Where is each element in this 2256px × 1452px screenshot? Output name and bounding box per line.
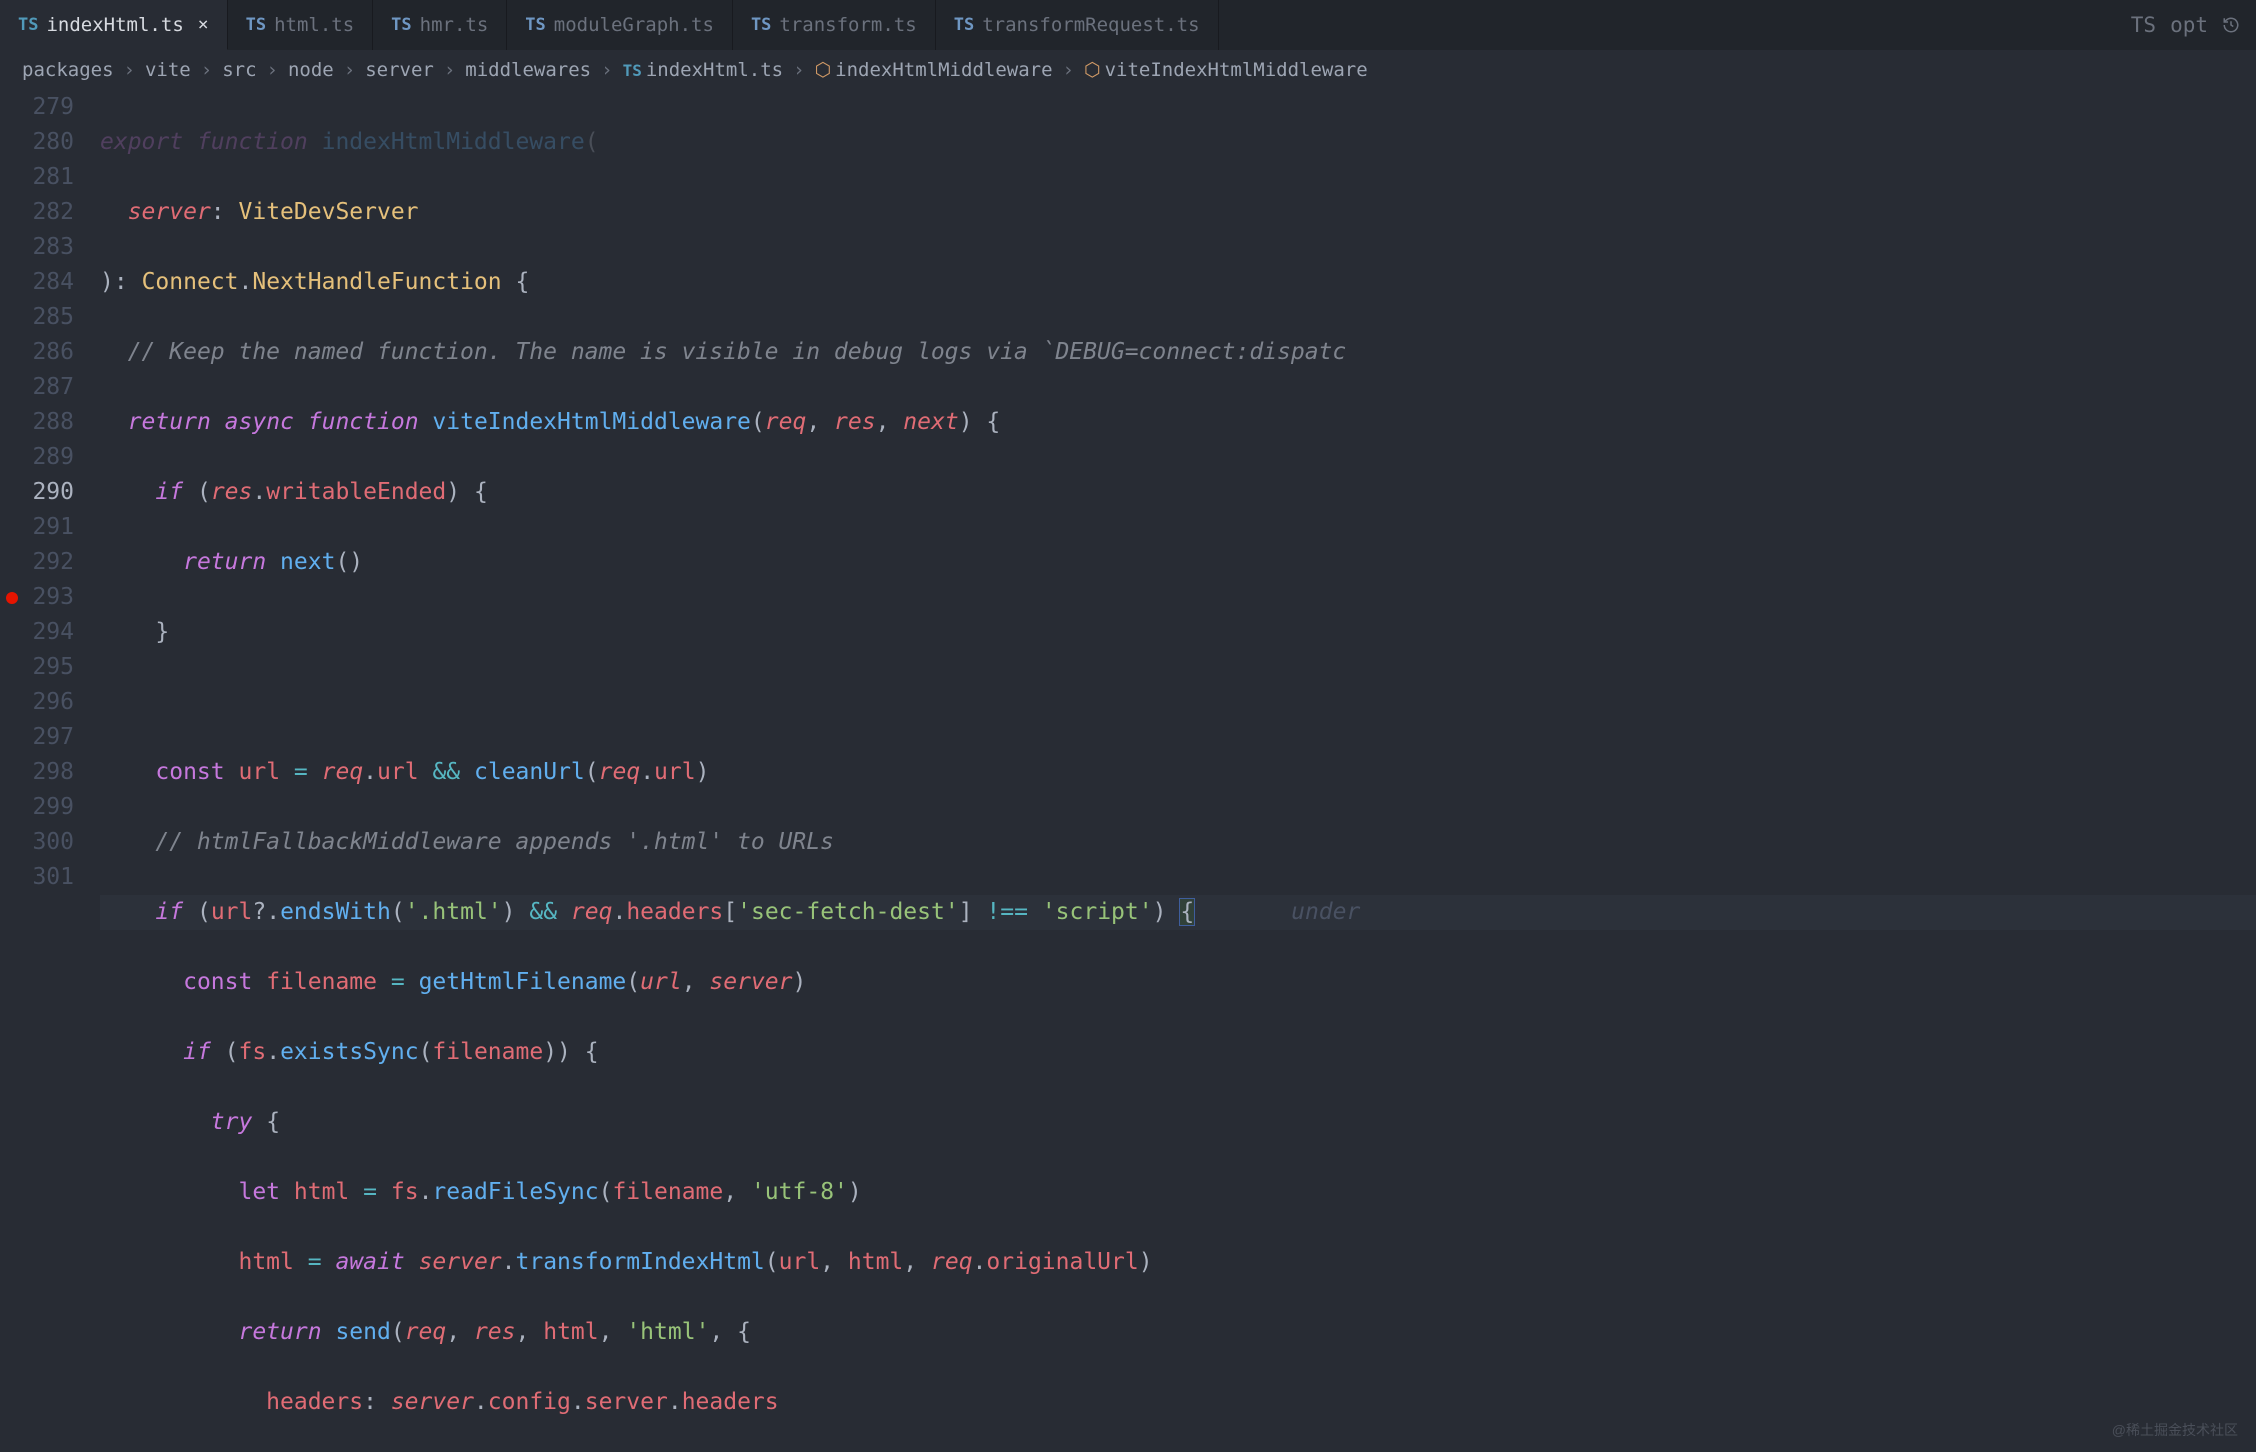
breadcrumb-symbol[interactable]: ⬡indexHtmlMiddleware [815, 59, 1053, 81]
typescript-icon: TS [18, 15, 38, 35]
line-number: 283 [0, 230, 74, 265]
breadcrumb-segment[interactable]: server [365, 59, 434, 81]
line-number: 279 [0, 90, 74, 125]
breadcrumb-file[interactable]: TSindexHtml.ts [623, 59, 784, 81]
code-line: html = await server.transformIndexHtml(u… [100, 1245, 2256, 1280]
tab-moduleGraph[interactable]: TS moduleGraph.ts [507, 0, 733, 50]
code-line: return async function viteIndexHtmlMiddl… [100, 405, 2256, 440]
code-line: // Keep the named function. The name is … [100, 335, 2256, 370]
tab-label: opt [2170, 13, 2208, 37]
line-number: 285 [0, 300, 74, 335]
watermark: @稀土掘金技术社区 [2112, 1420, 2238, 1440]
line-number: 298 [0, 755, 74, 790]
tab-label: html.ts [274, 14, 354, 36]
tab-html[interactable]: TS html.ts [228, 0, 374, 50]
symbol-function-icon: ⬡ [1084, 59, 1101, 81]
code-line: ): Connect.NextHandleFunction { [100, 265, 2256, 300]
line-number: 300 [0, 825, 74, 860]
line-number: 295 [0, 650, 74, 685]
line-number: 297 [0, 720, 74, 755]
code-line: const filename = getHtmlFilename(url, se… [100, 965, 2256, 1000]
breadcrumb-segment[interactable]: node [288, 59, 334, 81]
tab-label: transformRequest.ts [982, 14, 1199, 36]
typescript-icon: TS [751, 15, 771, 35]
line-number: 286 [0, 335, 74, 370]
line-number: 284 [0, 265, 74, 300]
code-line: // htmlFallbackMiddleware appends '.html… [100, 825, 2256, 860]
tab-label: hmr.ts [420, 14, 489, 36]
code-line: const url = req.url && cleanUrl(req.url) [100, 755, 2256, 790]
code-editor[interactable]: 279 280 281 282 283 284 285 286 287 288 … [0, 90, 2256, 1452]
code-line: let html = fs.readFileSync(filename, 'ut… [100, 1175, 2256, 1210]
line-number: 281 [0, 160, 74, 195]
code-line: export function indexHtmlMiddleware( [100, 125, 2256, 160]
code-area[interactable]: export function indexHtmlMiddleware( ser… [100, 90, 2256, 1452]
code-line: } [100, 615, 2256, 650]
code-line: if (res.writableEnded) { [100, 475, 2256, 510]
symbol-function-icon: ⬡ [815, 59, 832, 81]
line-number-breakpoint[interactable]: 293 [0, 580, 74, 615]
code-line: return send(req, res, html, 'html', { [100, 1315, 2256, 1350]
typescript-icon: TS [246, 15, 266, 35]
inline-hint: under [1291, 899, 1360, 925]
line-number: 282 [0, 195, 74, 230]
code-line: if (fs.existsSync(filename)) { [100, 1035, 2256, 1070]
line-number: 292 [0, 545, 74, 580]
editor-tabs: TS indexHtml.ts × TS html.ts TS hmr.ts T… [0, 0, 2256, 50]
line-number: 291 [0, 510, 74, 545]
code-line: try { [100, 1105, 2256, 1140]
line-number: 299 [0, 790, 74, 825]
line-number: 288 [0, 405, 74, 440]
tab-hmr[interactable]: TS hmr.ts [373, 0, 507, 50]
typescript-icon: TS [525, 15, 545, 35]
line-number: 289 [0, 440, 74, 475]
tab-overflow: TS opt [2115, 0, 2256, 50]
code-line: return next() [100, 545, 2256, 580]
code-line [100, 685, 2256, 720]
code-line: server: ViteDevServer [100, 195, 2256, 230]
code-line: headers: server.config.server.headers [100, 1385, 2256, 1420]
line-number: 280 [0, 125, 74, 160]
typescript-icon: TS [954, 15, 974, 35]
tab-transformRequest[interactable]: TS transformRequest.ts [936, 0, 1219, 50]
breadcrumb: packages› vite› src› node› server› middl… [0, 50, 2256, 90]
typescript-icon: TS [391, 15, 411, 35]
code-line-current: if (url?.endsWith('.html') && req.header… [100, 895, 2256, 930]
line-number: 296 [0, 685, 74, 720]
tab-label: transform.ts [779, 14, 916, 36]
line-number-gutter[interactable]: 279 280 281 282 283 284 285 286 287 288 … [0, 90, 100, 1452]
close-icon[interactable]: × [198, 14, 209, 35]
breadcrumb-segment[interactable]: vite [145, 59, 191, 81]
tab-indexHtml[interactable]: TS indexHtml.ts × [0, 0, 228, 50]
typescript-icon: TS [2131, 13, 2156, 37]
line-number: 301 [0, 860, 74, 895]
tab-label: indexHtml.ts [46, 14, 183, 36]
line-number: 294 [0, 615, 74, 650]
breadcrumb-segment[interactable]: middlewares [465, 59, 591, 81]
history-icon[interactable] [2222, 13, 2240, 37]
tab-transform[interactable]: TS transform.ts [733, 0, 936, 50]
breadcrumb-segment[interactable]: packages [22, 59, 114, 81]
line-number: 290 [0, 475, 74, 510]
breadcrumb-symbol[interactable]: ⬡viteIndexHtmlMiddleware [1084, 59, 1368, 81]
tab-label: moduleGraph.ts [554, 14, 714, 36]
line-number: 287 [0, 370, 74, 405]
breadcrumb-segment[interactable]: src [222, 59, 256, 81]
